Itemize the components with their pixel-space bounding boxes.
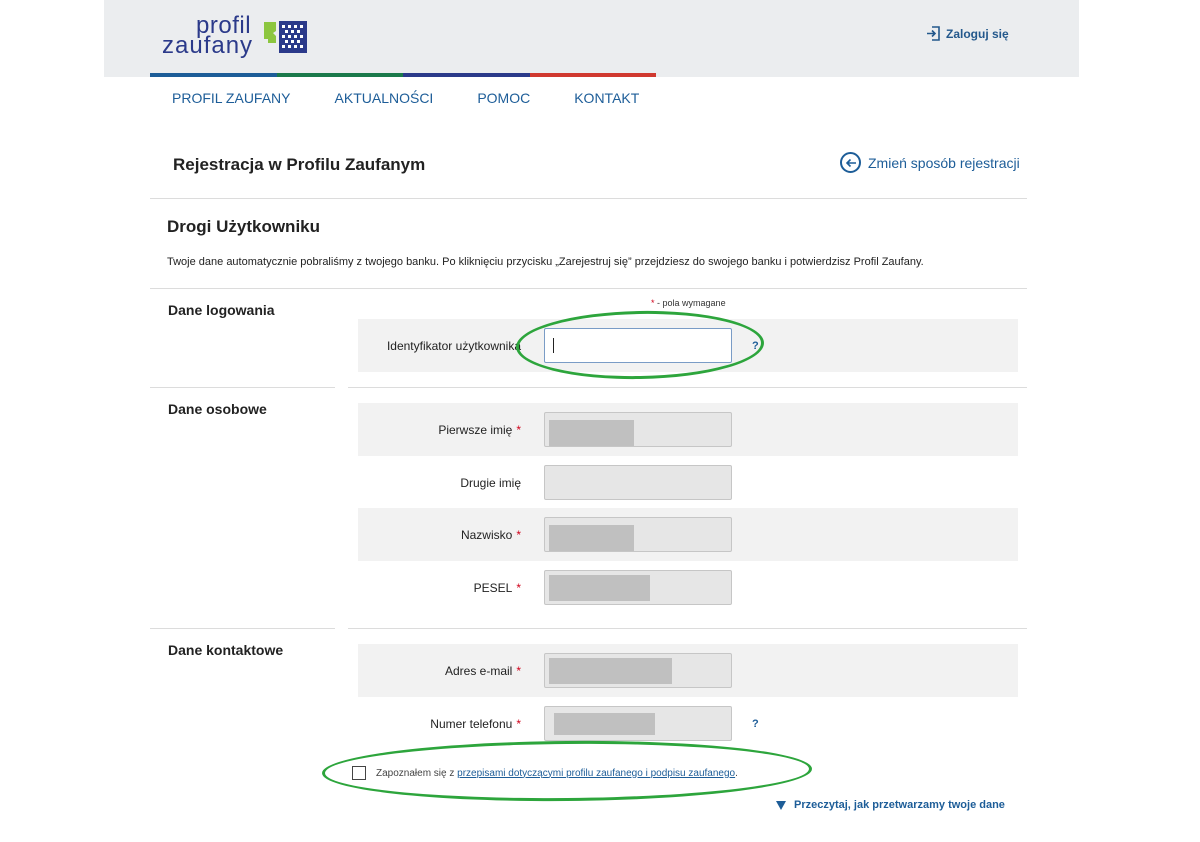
section-title-login: Dane logowania (168, 302, 275, 318)
redacted-value (549, 575, 650, 601)
section-title-personal: Dane osobowe (168, 401, 267, 417)
redacted-value (549, 420, 634, 446)
logo-mark-icon (264, 21, 307, 53)
required-note-text: - pola wymagane (657, 298, 726, 308)
consent-row: Zapoznałem się z przepisami dotyczącymi … (352, 766, 738, 780)
section-title-contact: Dane kontaktowe (168, 642, 284, 658)
main-nav: PROFIL ZAUFANY AKTUALNOŚCI POMOC KONTAKT (150, 77, 661, 119)
field-label: Nazwisko * (460, 527, 521, 542)
nav-item-aktualnosci[interactable]: AKTUALNOŚCI (335, 90, 434, 106)
regulations-link[interactable]: przepisami dotyczącymi profilu zaufanego… (457, 768, 735, 779)
form-row-user-id: Identyfikator użytkownika ? (358, 319, 1018, 372)
email-input[interactable] (544, 653, 732, 688)
change-registration-method-label: Zmień sposób rejestracji (868, 154, 1020, 171)
required-star: * (651, 298, 655, 308)
divider (150, 288, 1027, 289)
surname-input[interactable] (544, 517, 732, 552)
divider (150, 387, 335, 388)
required-fields-note: * - pola wymagane (651, 298, 726, 308)
divider (150, 198, 1027, 199)
consent-checkbox[interactable] (352, 766, 366, 780)
first-name-input[interactable] (544, 412, 732, 447)
data-processing-label: Przeczytaj, jak przetwarzamy twoje dane (794, 799, 1005, 811)
nav-item-kontakt[interactable]: KONTAKT (574, 90, 639, 106)
change-registration-method-link[interactable]: Zmień sposób rejestracji (840, 152, 1020, 173)
pesel-input[interactable] (544, 570, 732, 605)
help-icon[interactable]: ? (752, 319, 759, 372)
user-id-input[interactable] (544, 328, 732, 363)
login-link[interactable]: Zaloguj się (926, 26, 1009, 41)
nav-item-profil-zaufany[interactable]: PROFIL ZAUFANY (172, 90, 291, 106)
divider (348, 387, 1027, 388)
arrow-left-circle-icon (840, 152, 861, 173)
greeting-heading: Drogi Użytkowniku (167, 217, 321, 236)
help-icon[interactable]: ? (752, 697, 759, 750)
second-name-input[interactable] (544, 465, 732, 500)
consent-text: Zapoznałem się z przepisami dotyczącymi … (376, 767, 738, 779)
login-label: Zaloguj się (946, 26, 1009, 41)
divider (150, 628, 335, 629)
info-text: Twoje dane automatycznie pobraliśmy z tw… (167, 256, 924, 268)
field-label: Adres e-mail * (444, 663, 521, 678)
field-label: Pierwsze imię * (438, 422, 521, 437)
redacted-value (549, 525, 634, 551)
form-row-surname: Nazwisko * (358, 508, 1018, 561)
divider (348, 628, 1027, 629)
login-icon (927, 26, 940, 41)
field-label: Identyfikator użytkownika (386, 338, 521, 353)
triangle-down-icon (776, 800, 786, 810)
data-processing-link[interactable]: Przeczytaj, jak przetwarzamy twoje dane (776, 799, 1005, 811)
field-label: Drugie imię (460, 475, 521, 490)
form-row-first-name: Pierwsze imię * (358, 403, 1018, 456)
logo-text-zaufany: zaufany (162, 32, 254, 59)
form-row-phone: Numer telefonu * ? (358, 697, 1018, 750)
form-row-email: Adres e-mail * (358, 644, 1018, 697)
redacted-value (554, 713, 655, 735)
phone-input[interactable] (544, 706, 732, 741)
form-row-pesel: PESEL * (358, 561, 1018, 614)
text-caret (553, 338, 554, 353)
nav-item-pomoc[interactable]: POMOC (477, 90, 530, 106)
page-title: Rejestracja w Profilu Zaufanym (173, 155, 426, 174)
redacted-value (549, 658, 672, 684)
form-row-second-name: Drugie imię (358, 456, 1018, 509)
field-label: Numer telefonu * (430, 716, 521, 731)
field-label: PESEL * (473, 580, 521, 595)
